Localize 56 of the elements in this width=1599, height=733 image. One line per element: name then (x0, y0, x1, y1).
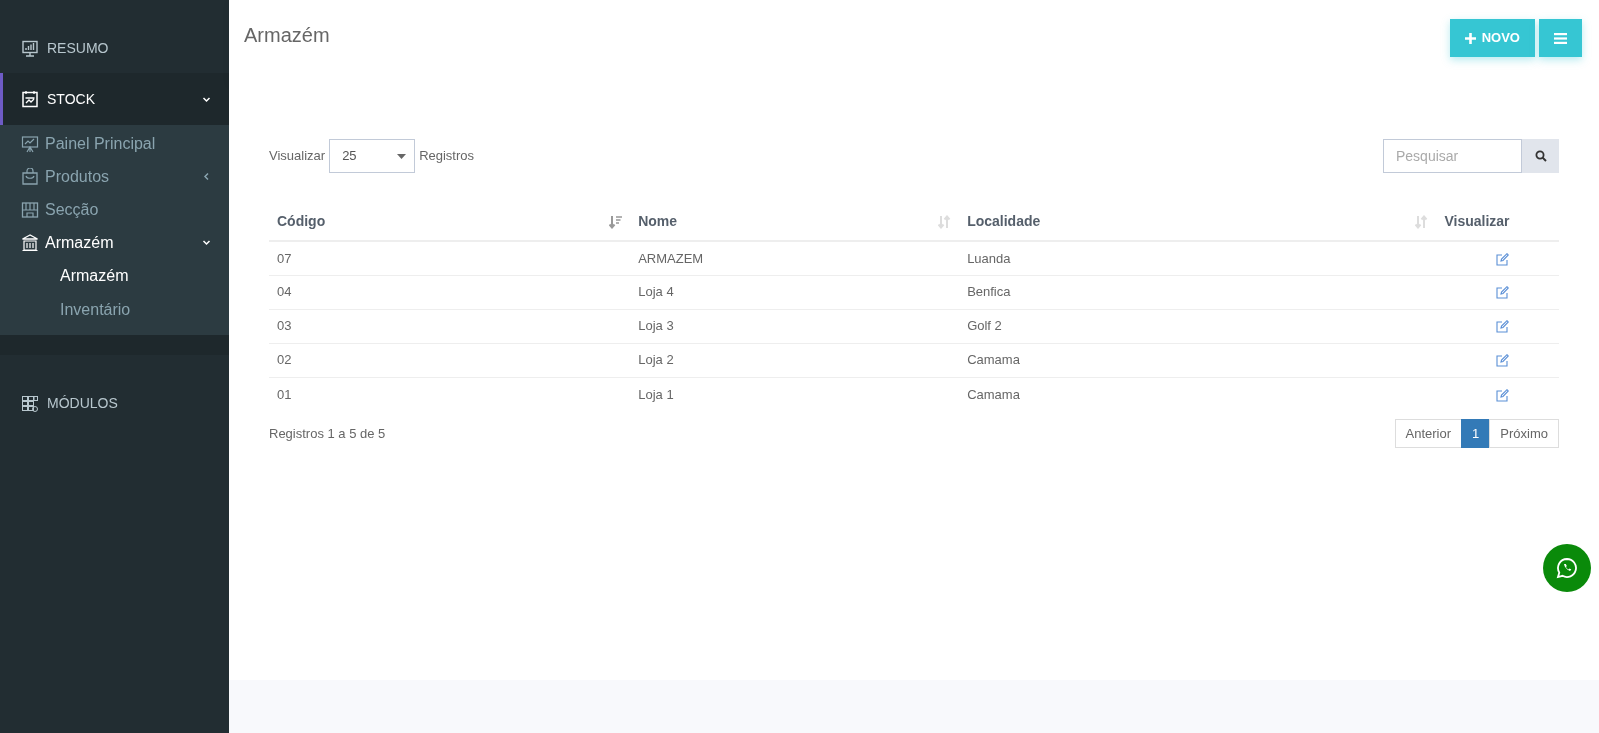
submenu-item[interactable]: Produtos (0, 160, 229, 193)
edit-icon[interactable] (1496, 286, 1509, 300)
length-label: Registros (419, 147, 475, 166)
edit-icon[interactable] (1496, 252, 1509, 266)
column-header[interactable]: Localidade (959, 203, 1437, 241)
records-info: Registros 1 a 5 de 5 (269, 424, 386, 443)
table-cell: 01 (269, 377, 631, 411)
sidebar-item[interactable]: STOCK (0, 73, 229, 125)
page-title: Armazém (244, 23, 330, 48)
table-cell: 03 (269, 309, 631, 343)
column-header: Visualizar (1436, 203, 1559, 241)
menu-button[interactable] (1539, 19, 1582, 57)
search-button[interactable] (1522, 139, 1559, 173)
table-cell: Benfica (959, 275, 1437, 309)
table-cell: Golf 2 (959, 309, 1437, 343)
submenu-item[interactable]: Inventário (0, 293, 229, 327)
sidebar-item[interactable]: MÓDULOS (0, 355, 229, 428)
search-icon (1534, 150, 1547, 162)
page-link[interactable]: 1 (1461, 419, 1491, 448)
shopping-bag-icon (21, 167, 39, 186)
page-link[interactable]: Próximo (1489, 419, 1559, 448)
dropdown-caret-icon (397, 153, 407, 159)
page-length-select[interactable]: 25 (329, 139, 416, 173)
table-cell: Loja 2 (630, 343, 960, 377)
submenu-item[interactable]: Armazém (0, 226, 229, 259)
table-cell: Luanda (959, 241, 1437, 275)
column-header[interactable]: Nome (630, 203, 960, 241)
table-cell: Camama (959, 343, 1437, 377)
submenu-item[interactable]: Painel Principal (0, 127, 229, 160)
table-cell: Loja 3 (630, 309, 960, 343)
submenu-item[interactable]: Secção (0, 193, 229, 226)
edit-icon[interactable] (1496, 354, 1509, 368)
dashboard-icon (21, 39, 39, 58)
page-link[interactable]: Anterior (1394, 419, 1463, 448)
table-cell: Loja 1 (630, 377, 960, 411)
column-header[interactable]: Código (269, 203, 631, 241)
submenu-item[interactable]: Armazém (0, 259, 229, 293)
chat-bubble-icon (1556, 557, 1578, 579)
table-cell: ARMAZEM (630, 241, 960, 275)
menu-icon (1554, 32, 1567, 44)
bank-building-icon (21, 233, 39, 252)
edit-icon[interactable] (1496, 320, 1509, 334)
plus-icon (1464, 32, 1476, 44)
edit-icon[interactable] (1496, 388, 1509, 402)
sidebar-item[interactable]: RESUMO (0, 0, 229, 73)
calendar-icon (21, 90, 39, 108)
table-cell: 07 (269, 241, 631, 275)
search-field[interactable]: Pesquisar (1383, 139, 1522, 173)
chart-board-icon (21, 134, 39, 153)
grid-icon (21, 394, 39, 413)
table-cell: Loja 4 (630, 275, 960, 309)
table-cell: 02 (269, 343, 631, 377)
table-cell: 04 (269, 275, 631, 309)
storefront-icon (21, 200, 39, 219)
length-label: Visualizar (269, 147, 326, 166)
table-cell: Camama (959, 377, 1437, 411)
